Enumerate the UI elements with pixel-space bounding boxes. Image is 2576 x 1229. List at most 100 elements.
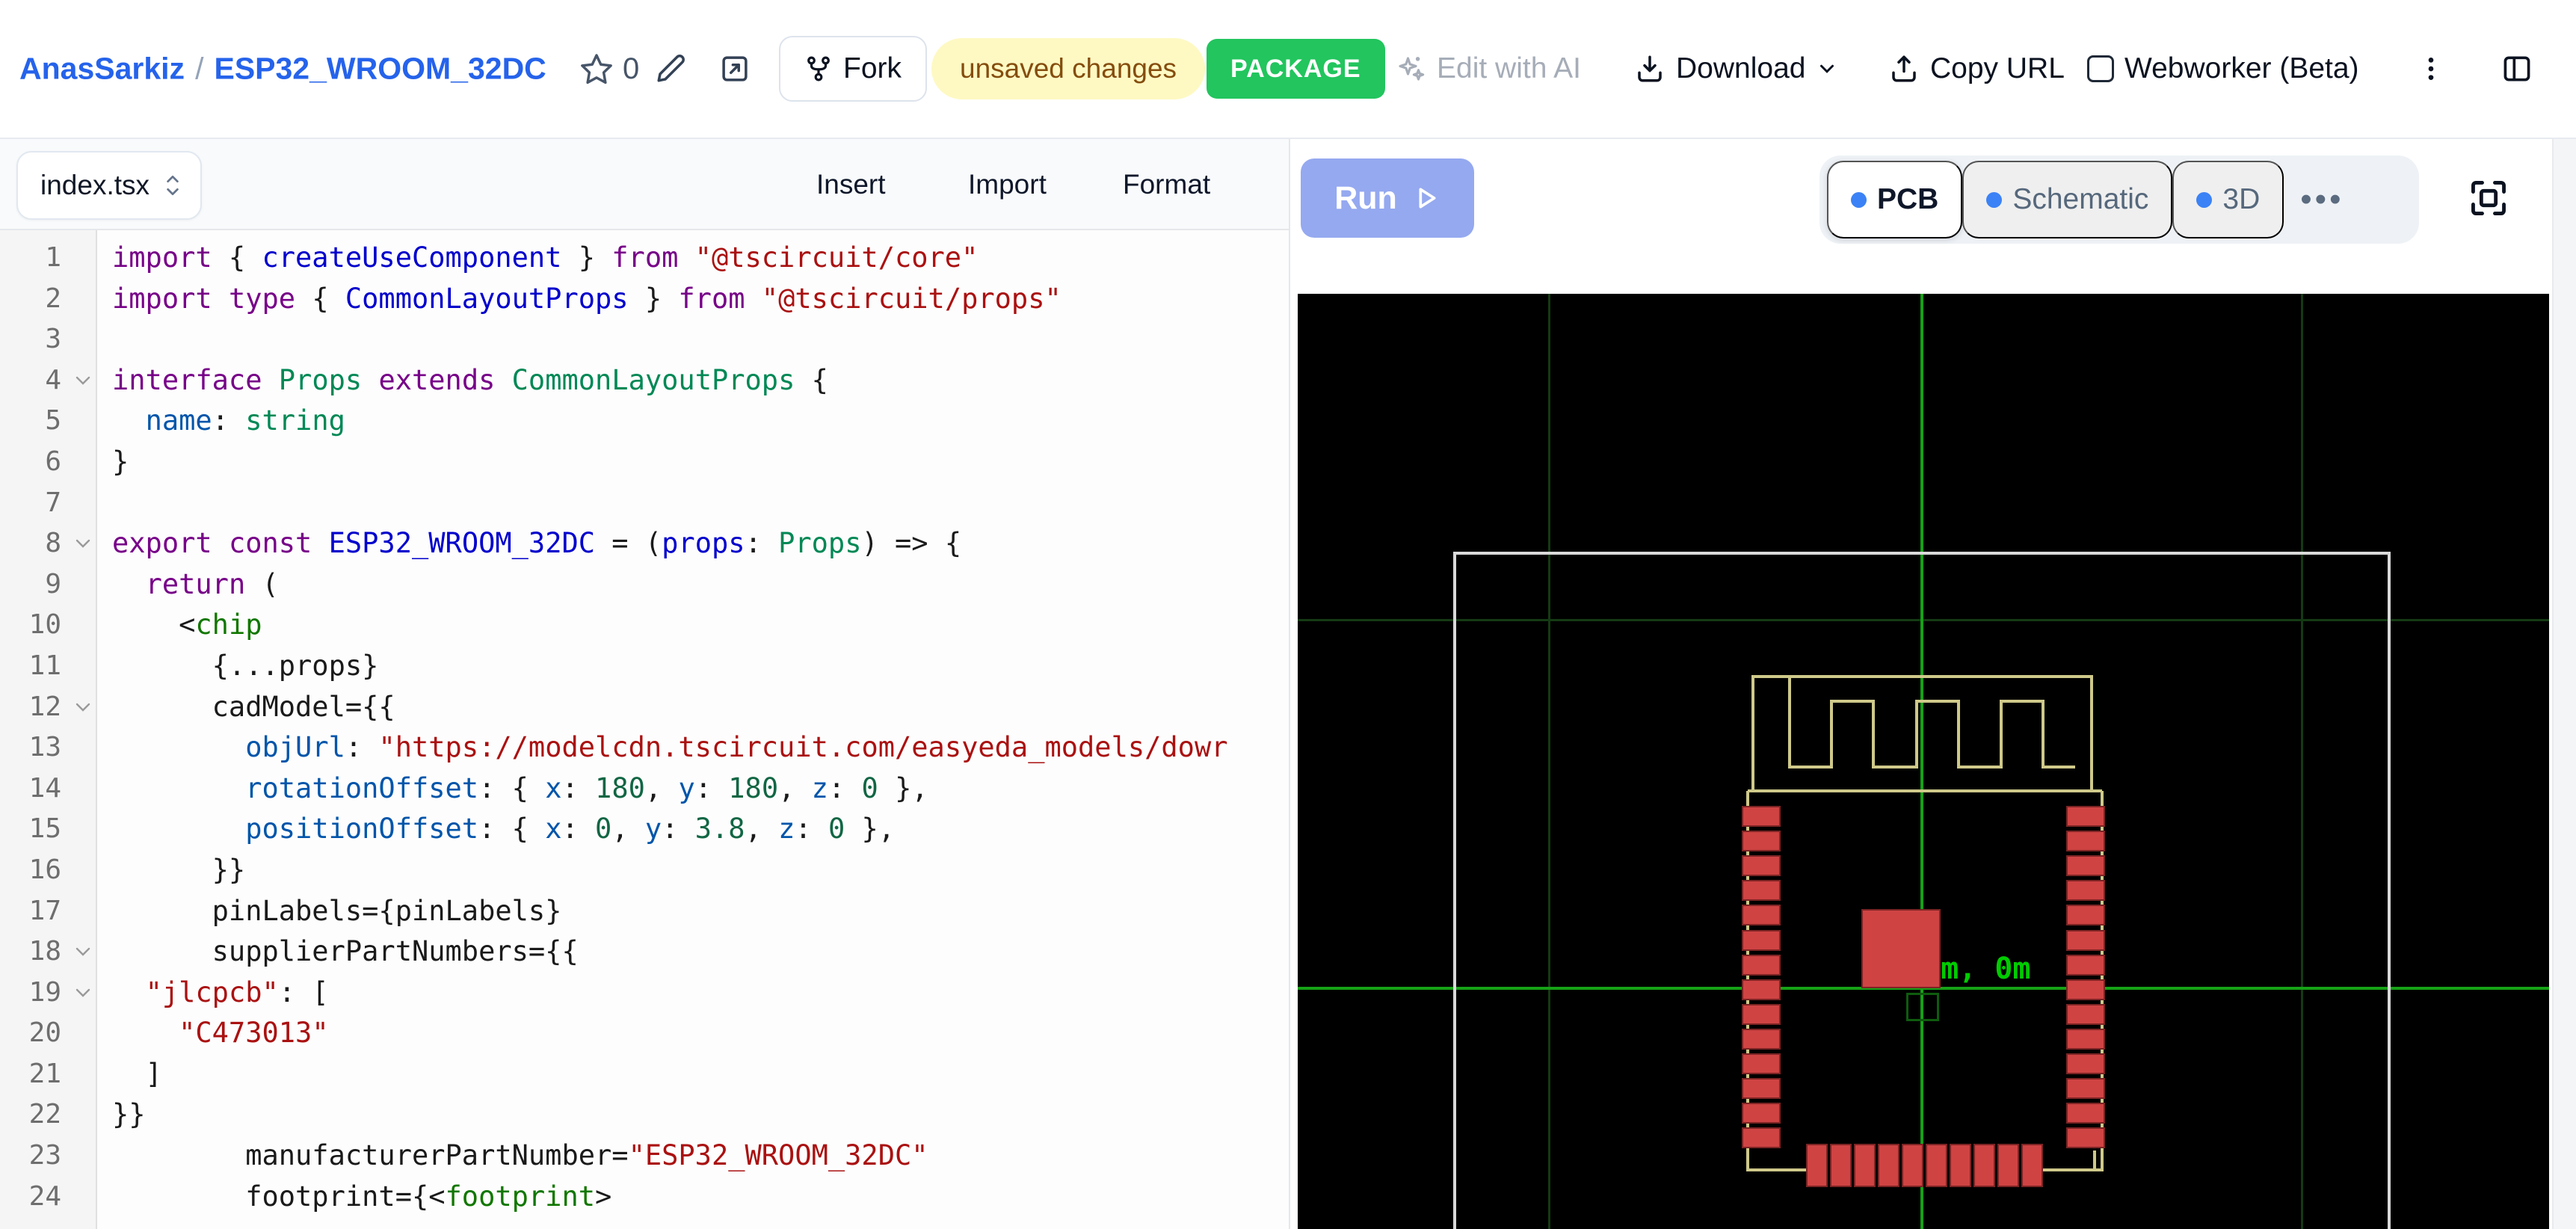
- pcb-pad[interactable]: [2021, 1144, 2043, 1187]
- pcb-center-pad[interactable]: [1861, 909, 1941, 988]
- pcb-pad[interactable]: [2066, 955, 2105, 976]
- code-line[interactable]: 5 name: string: [0, 401, 1289, 442]
- pcb-canvas[interactable]: 0m, 0m: [1298, 294, 2549, 1229]
- run-button[interactable]: Run: [1301, 158, 1474, 238]
- pcb-pad[interactable]: [1742, 1078, 1781, 1099]
- code-line[interactable]: 1import { createUseComponent } from "@ts…: [0, 238, 1289, 279]
- code-line[interactable]: 19 "jlcpcb": [: [0, 973, 1289, 1014]
- pcb-pad[interactable]: [1830, 1144, 1852, 1187]
- code-line[interactable]: 18 supplierPartNumbers={{: [0, 931, 1289, 973]
- kebab-menu-icon: [2416, 52, 2446, 85]
- tab-pcb[interactable]: PCB: [1827, 161, 1962, 238]
- code-line[interactable]: 22}}: [0, 1094, 1289, 1136]
- pcb-pad[interactable]: [1742, 905, 1781, 925]
- edit-with-ai-button[interactable]: Edit with AI: [1395, 52, 1581, 85]
- pcb-pad[interactable]: [2066, 1004, 2105, 1025]
- page-scrollbar[interactable]: [2552, 0, 2576, 1229]
- fold-chevron-icon[interactable]: [70, 973, 96, 1014]
- code-line[interactable]: 16 }}: [0, 850, 1289, 891]
- fork-button[interactable]: Fork: [779, 36, 927, 102]
- pcb-pad[interactable]: [2066, 1029, 2105, 1050]
- pcb-pad[interactable]: [1742, 955, 1781, 976]
- file-selector[interactable]: index.tsx: [16, 151, 202, 220]
- tabs-more-button[interactable]: •••: [2284, 181, 2360, 218]
- menu-insert[interactable]: Insert: [816, 139, 886, 230]
- pcb-pad[interactable]: [1742, 1029, 1781, 1050]
- git-fork-icon: [804, 55, 833, 83]
- code-line[interactable]: 17 pinLabels={pinLabels}: [0, 891, 1289, 932]
- code-line[interactable]: 12 cadModel={{: [0, 687, 1289, 728]
- tab-label: Schematic: [2012, 183, 2148, 216]
- pcb-pad[interactable]: [1742, 1004, 1781, 1025]
- pcb-pad[interactable]: [2066, 1053, 2105, 1074]
- pcb-pad[interactable]: [1742, 855, 1781, 876]
- fullscreen-button[interactable]: [2467, 176, 2510, 220]
- pencil-icon: [655, 53, 686, 84]
- pcb-pad[interactable]: [2066, 1103, 2105, 1124]
- fold-chevron-icon[interactable]: [70, 523, 96, 564]
- code-line[interactable]: 24 footprint={<footprint>: [0, 1177, 1289, 1218]
- code-line[interactable]: 13 objUrl: "https://modelcdn.tscircuit.c…: [0, 727, 1289, 768]
- pcb-pad[interactable]: [2066, 880, 2105, 901]
- code-line[interactable]: 14 rotationOffset: { x: 180, y: 180, z: …: [0, 768, 1289, 810]
- pcb-pad[interactable]: [1854, 1144, 1876, 1187]
- copy-url-button[interactable]: Copy URL: [1888, 52, 2065, 85]
- code-line[interactable]: 3: [0, 319, 1289, 360]
- pcb-pad[interactable]: [1742, 1103, 1781, 1124]
- tab-status-dot: [1851, 192, 1867, 208]
- pcb-pad[interactable]: [1742, 880, 1781, 901]
- code-line[interactable]: 2import type { CommonLayoutProps } from …: [0, 279, 1289, 320]
- fold-chevron-icon[interactable]: [70, 360, 96, 401]
- code-line[interactable]: 9 return (: [0, 564, 1289, 606]
- code-line[interactable]: 23 manufacturerPartNumber="ESP32_WROOM_3…: [0, 1136, 1289, 1177]
- share-button[interactable]: [719, 53, 751, 84]
- code-line[interactable]: 4interface Props extends CommonLayoutPro…: [0, 360, 1289, 401]
- pcb-pad[interactable]: [1742, 806, 1781, 827]
- menu-import[interactable]: Import: [968, 139, 1047, 230]
- pcb-pad[interactable]: [1806, 1144, 1828, 1187]
- pcb-pad[interactable]: [2066, 1078, 2105, 1099]
- pcb-pad[interactable]: [1878, 1144, 1899, 1187]
- webworker-toggle[interactable]: Webworker (Beta): [2087, 52, 2359, 85]
- fold-chevron-icon[interactable]: [70, 687, 96, 728]
- pcb-pad[interactable]: [1926, 1144, 1947, 1187]
- menu-format[interactable]: Format: [1123, 139, 1210, 230]
- tab-3d[interactable]: 3D: [2172, 161, 2284, 238]
- pcb-pad[interactable]: [2066, 855, 2105, 876]
- code-line[interactable]: 21 ]: [0, 1054, 1289, 1095]
- code-line[interactable]: 11 {...props}: [0, 646, 1289, 687]
- code-line[interactable]: 6}: [0, 442, 1289, 483]
- webworker-checkbox[interactable]: [2087, 55, 2114, 82]
- code-line[interactable]: 7: [0, 483, 1289, 524]
- pcb-pad[interactable]: [2066, 979, 2105, 1000]
- pcb-pad[interactable]: [2066, 930, 2105, 951]
- pcb-pad[interactable]: [2066, 1127, 2105, 1148]
- code-line[interactable]: 20 "C473013": [0, 1013, 1289, 1054]
- pcb-pad[interactable]: [1742, 930, 1781, 951]
- pcb-pad[interactable]: [2066, 806, 2105, 827]
- pcb-pad[interactable]: [1742, 831, 1781, 851]
- code-line[interactable]: 8export const ESP32_WROOM_32DC = (props:…: [0, 523, 1289, 564]
- pcb-pad[interactable]: [1742, 1127, 1781, 1148]
- pcb-pad[interactable]: [1742, 1053, 1781, 1074]
- pcb-pad[interactable]: [2066, 905, 2105, 925]
- star-counter[interactable]: 0: [579, 52, 639, 86]
- pcb-pad[interactable]: [2066, 831, 2105, 851]
- code-line[interactable]: 15 positionOffset: { x: 0, y: 3.8, z: 0 …: [0, 809, 1289, 850]
- breadcrumb-package-link[interactable]: ESP32_WROOM_32DC: [214, 52, 546, 87]
- fold-chevron-icon[interactable]: [70, 931, 96, 973]
- more-options-button[interactable]: [2416, 52, 2446, 85]
- code-line[interactable]: 10 <chip: [0, 605, 1289, 646]
- pcb-pad[interactable]: [1997, 1144, 2019, 1187]
- code-area[interactable]: 1import { createUseComponent } from "@ts…: [0, 230, 1289, 1229]
- pcb-pad[interactable]: [1950, 1144, 1971, 1187]
- pcb-pad[interactable]: [1973, 1144, 1995, 1187]
- pcb-pad[interactable]: [1742, 979, 1781, 1000]
- edit-title-button[interactable]: [655, 53, 686, 84]
- pcb-pad[interactable]: [1902, 1144, 1923, 1187]
- breadcrumb-owner-link[interactable]: AnasSarkiz: [19, 52, 185, 87]
- download-button[interactable]: Download: [1634, 52, 1838, 85]
- tab-schematic[interactable]: Schematic: [1962, 161, 2172, 238]
- toggle-panel-button[interactable]: [2500, 52, 2534, 85]
- chevron-down-icon: [1816, 58, 1838, 80]
